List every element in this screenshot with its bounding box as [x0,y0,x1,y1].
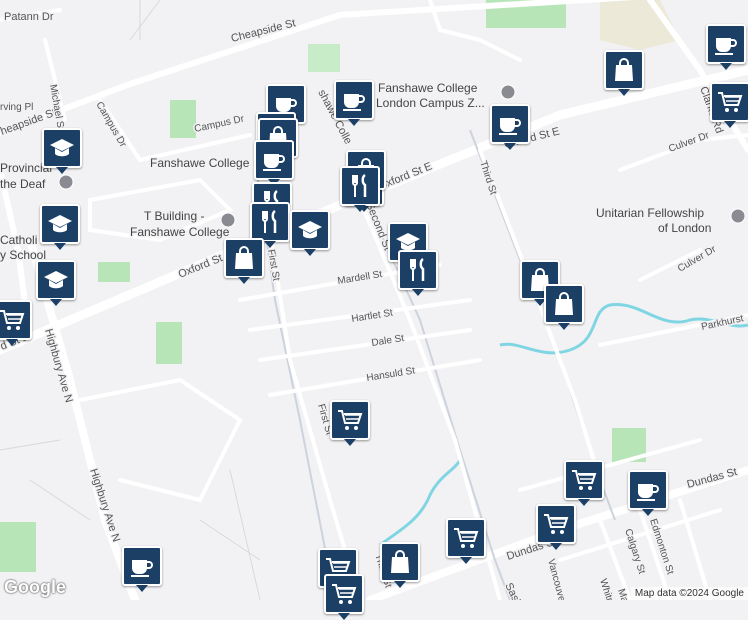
label-parkhurst: Parkhurst [700,313,744,333]
bag-pin-bottom[interactable] [380,542,420,588]
cart-pin-dundas-1[interactable] [564,460,604,506]
grad-pin-catholic[interactable] [40,204,80,250]
park-bottom-left [0,522,36,572]
label-t-building-b: Fanshawe College [130,225,230,239]
cart-pin-dundas-2[interactable] [536,504,576,550]
bag-pin-third-2[interactable] [544,284,584,330]
label-third-a: Third St [477,160,498,197]
fork-pin-campus-3[interactable] [250,202,290,248]
label-culver-a: Culver Dr [667,130,711,155]
map-canvas[interactable]: Cheapside St heapside St Patann Dr Micha… [0,0,748,600]
coffee-pin-oxford[interactable] [490,104,530,150]
cart-pin-dundas-3[interactable] [446,518,486,564]
label-hartlet: Hartlet St [351,308,394,325]
park-campus [308,44,340,72]
label-hansuld: Hansuld St [366,365,416,384]
label-campus-dr-h: Campus Dr [193,114,245,135]
grad-pin-provincial[interactable] [42,128,82,174]
label-mardell: Mardell St [337,269,383,287]
bag-pin-top-right[interactable] [604,50,644,96]
label-patann: Patann Dr [4,11,54,23]
coffee-pin-bottom-left[interactable] [122,546,162,592]
label-fanshawe-zone-a: Fanshawe College [378,81,478,95]
coffee-pin-dundas[interactable] [628,470,668,516]
coffee-pin-fanshawe-zone[interactable] [334,80,374,126]
grad-pin-left[interactable] [36,260,76,306]
map-attribution[interactable]: Map data ©2024 Google [630,587,748,600]
label-dundas-a: Dundas St [686,466,739,491]
coffee-pin-top-right[interactable] [706,24,746,70]
fork-pin-second[interactable] [340,166,380,212]
label-t-building-a: T Building - [144,209,204,223]
label-catholic-a: Catholi [0,233,37,247]
label-highbury-b: Highbury Ave N [87,467,122,543]
label-unitarian-a: Unitarian Fellowship [596,206,704,220]
label-campus-dr-v: Campus Dr [93,100,128,150]
bag-pin-t-building[interactable] [224,238,264,284]
label-provincial-b: the Deaf [0,177,46,191]
label-irving: rving Pl [0,102,33,113]
park-left-1 [170,100,196,138]
park-left-2 [98,262,130,282]
paths [0,0,261,600]
fork-pin-mardell[interactable] [398,250,438,296]
label-unitarian-b: of London [658,221,711,235]
label-saskatoon: Saskatoo [502,581,533,600]
dale-st [258,328,472,362]
label-first-a: First St [265,249,281,282]
cart-pin-left-edge[interactable] [0,300,32,346]
cart-pin-clarke[interactable] [710,82,748,128]
cart-pin-first[interactable] [330,400,370,446]
google-logo[interactable]: Google [4,577,66,598]
cart-pin-bottom-2[interactable] [324,574,364,620]
grad-pin-t-building[interactable] [290,210,330,256]
label-dale: Dale St [371,333,405,349]
park-left-3 [156,322,182,364]
label-oxford-left: Oxford St [177,252,225,281]
label-fanshawe-college: Fanshawe College [150,156,250,170]
label-fanshawe-zone-b: London Campus Z... [376,96,485,110]
label-vancouver: Vancouver [545,558,568,600]
coffee-pin-campus-3[interactable] [254,140,294,186]
